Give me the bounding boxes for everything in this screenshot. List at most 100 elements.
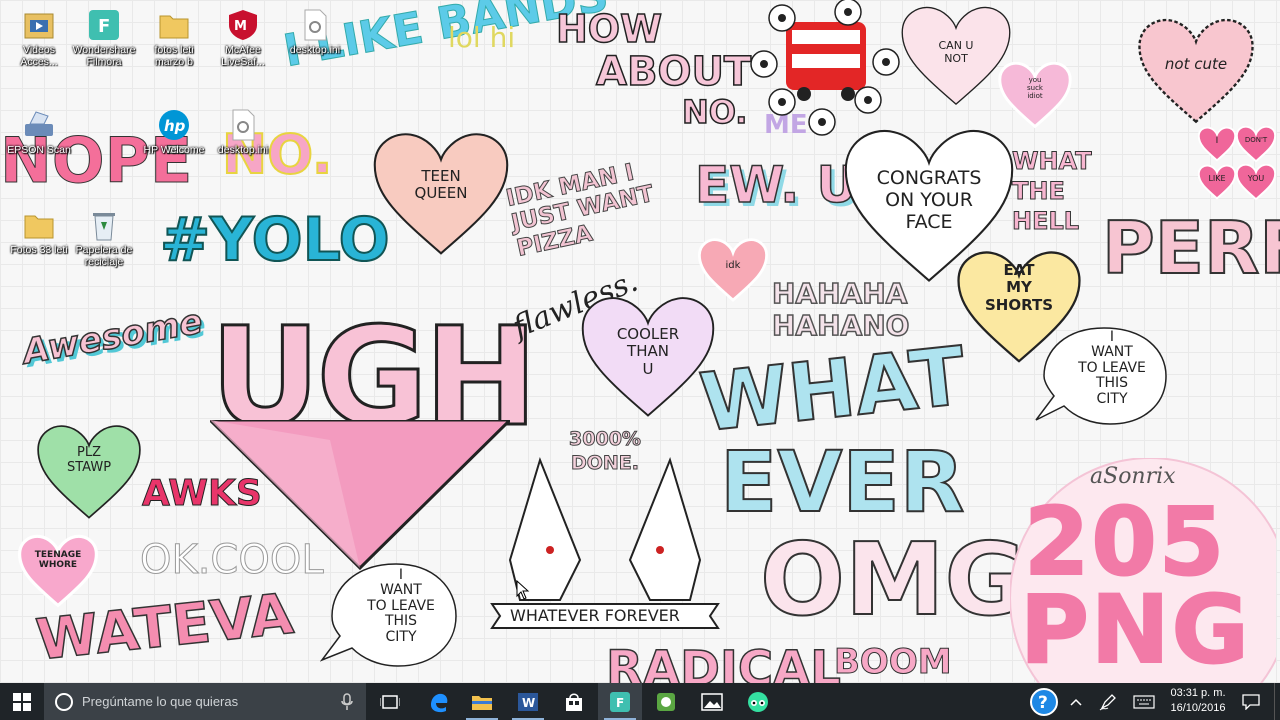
tripadvisor-icon [748,691,768,712]
taskbar-app-file-explorer[interactable] [460,683,504,720]
touch-keyboard-button[interactable] [1128,683,1160,720]
clock-date: 16/10/2016 [1170,702,1226,714]
daisy-flowers-illustration [750,0,900,136]
sticker-ok-cool: OK.COOL [140,537,325,583]
heart-like: LIKE [1198,164,1236,200]
sticker-what-the-hell: WHAT THE HELL [1012,147,1093,236]
desktop-icon-desktop-ini-1[interactable]: desktop.ini [280,8,350,56]
action-center-button[interactable] [1236,683,1266,720]
help-question-icon: ? [1030,687,1058,716]
mcafee-shield-icon: M [226,8,260,42]
badge-format: PNG [1019,575,1251,683]
svg-text:F: F [616,696,624,710]
pen-workspace-button[interactable] [1092,683,1124,720]
svg-text:?: ? [1038,693,1048,713]
task-view-button[interactable] [368,683,412,720]
store-bag-icon [566,693,582,711]
sticker-radical: RADICAL [605,641,841,683]
filmora-icon: F [610,691,630,712]
svg-text:M: M [234,19,247,34]
taskbar-app-word[interactable]: W [506,683,550,720]
heart-you: YOU [1236,164,1276,200]
desktop-icon-mcafee[interactable]: M McAfee LiveSaf... [208,8,278,68]
peace-hands-illustration [508,456,702,601]
settings-file-icon [226,108,260,142]
taskbar-app-evernote[interactable] [644,683,688,720]
sticker-hahaha: HAHAHA HAHANO [771,277,910,343]
svg-text:hp: hp [164,117,186,135]
show-desktop-button[interactable] [1274,683,1280,720]
settings-file-icon [298,8,332,42]
desktop-wallpaper: I LIKE BANDS lol hi HOW ABOUT NO. NOPE N… [0,0,1280,683]
system-clock[interactable]: 03:31 p. m. 16/10/2016 [1158,686,1238,716]
photos-icon [701,692,723,711]
video-folder-icon [22,8,56,42]
folder-icon [22,208,56,242]
desktop-icon-videos[interactable]: Videos Acces... [4,8,74,68]
heart-i: I [1198,126,1236,162]
hp-logo-icon: hp [157,108,191,142]
taskbar: Pregúntame lo que quieras W F ? 03:31 p.… [0,683,1280,720]
sticker-perf: PERF [1101,206,1280,290]
bubble-leave-city-left: I WANT TO LEAVE THIS CITY [320,560,460,670]
filmora-icon: F [87,8,121,42]
cortana-search-box[interactable]: Pregúntame lo que quieras [44,683,366,720]
microphone-icon[interactable] [340,692,354,711]
heart-not-cute: not cute [1132,18,1260,124]
desktop-icon-fotos-leti-marzo[interactable]: fotos leti marzo b [139,8,209,68]
sticker-awks: AWKS [142,473,263,514]
sticker-boom: BOOM [834,642,953,682]
recycle-bin-icon [87,208,121,242]
heart-teenage-whore: TEENAGE WHORE [18,532,98,610]
evernote-icon [657,692,675,711]
desktop-icon-epson-scan[interactable]: EPSON Scan [4,108,74,156]
sticker-how: HOW [555,7,663,51]
sticker-ever: EVER [719,433,965,531]
sticker-no: NO. [681,93,748,131]
svg-text:F: F [98,16,110,37]
taskbar-app-edge[interactable] [416,683,460,720]
taskbar-app-filmora[interactable]: F [598,683,642,720]
start-button[interactable] [0,683,44,720]
heart-idk: idk [698,236,768,304]
file-explorer-icon [472,695,492,710]
notification-icon [1242,693,1260,710]
keyboard-icon [1133,694,1155,709]
chevron-up-icon [1070,698,1082,706]
heart-can-u-not: CAN U NOT [900,0,1012,112]
sticker-lol-hi: lol hi [448,21,516,54]
cortana-circle-icon [55,692,73,711]
heart-plz-stawp: PLZ STAWP [36,420,142,524]
scanner-icon [22,108,56,142]
sticker-omg: OMG [759,521,1028,638]
taskbar-app-photos[interactable] [690,683,734,720]
folder-icon [157,8,191,42]
bubble-leave-city-right: I WANT TO LEAVE THIS CITY [1034,324,1170,428]
sticker-idk-pizza: IDK MAN I JUST WANT PIZZA [503,159,656,262]
task-view-icon [380,694,400,709]
taskbar-app-store[interactable] [552,683,596,720]
sticker-awesome: Awesome [19,301,206,373]
mouse-cursor-icon [516,580,530,600]
heart-dont: DON'T [1236,126,1276,162]
svg-text:W: W [522,696,535,710]
desktop-icon-hp-welcome[interactable]: hp HP Welcome [139,108,209,156]
badge-brand: aSonrix [1090,464,1176,489]
taskbar-app-tripadvisor[interactable] [736,683,780,720]
show-hidden-icons-button[interactable] [1066,683,1086,720]
help-button[interactable]: ? [1026,683,1062,720]
desktop-icon-filmora[interactable]: F Wondershare Filmora [69,8,139,68]
desktop-icon-desktop-ini-2[interactable]: desktop.ini [208,108,278,156]
heart-teen-queen: TEEN QUEEN [372,128,510,260]
asonrix-badge: aSonrix 205 PNG [1010,458,1276,683]
windows-logo-icon [13,692,31,711]
pen-icon [1099,693,1116,710]
desktop-icon-recycle-bin[interactable]: Papelera de reciclaje [69,208,139,268]
heart-cooler-than-u: COOLER THAN U [580,292,716,422]
sticker-whatever-forever: WHATEVER FOREVER [510,606,680,625]
edge-icon [431,693,448,712]
clock-time: 03:31 p. m. [1170,687,1226,699]
search-placeholder: Pregúntame lo que quieras [82,694,239,709]
desktop-icon-fotos-33-leti[interactable]: Fotos 33 leti [4,208,74,256]
word-icon: W [518,692,538,711]
